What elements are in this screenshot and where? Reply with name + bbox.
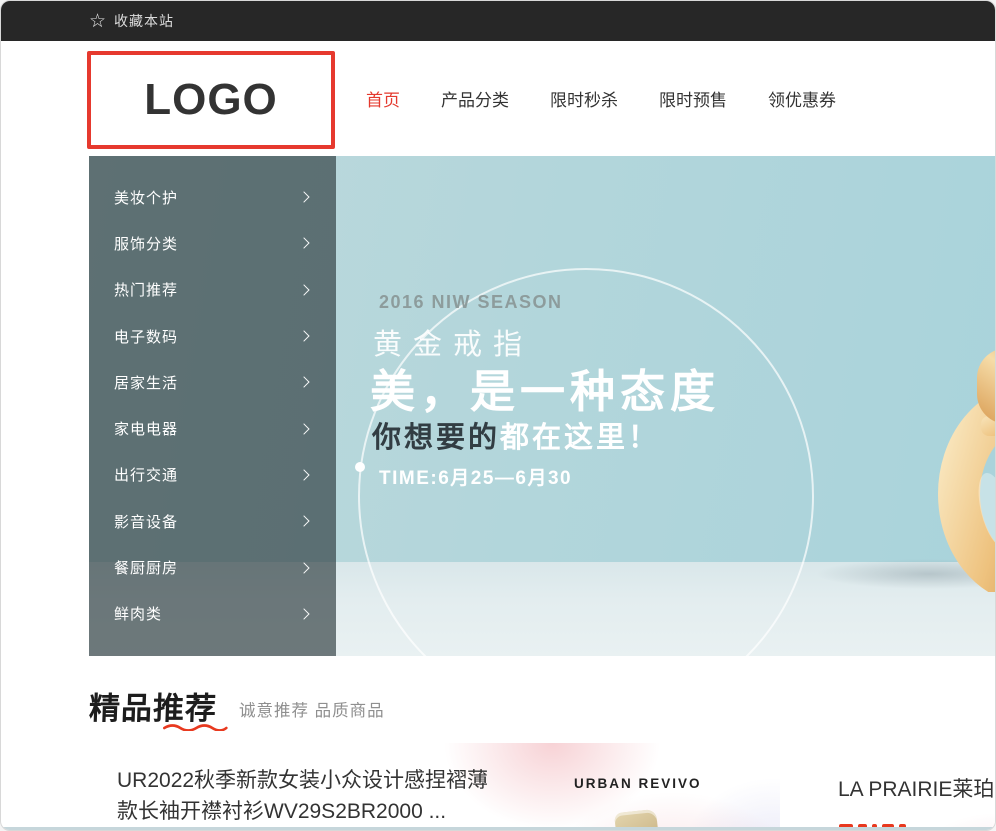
- sidebar-item-label: 美妆个护: [114, 187, 178, 208]
- section-title-text: 精品推荐: [88, 691, 217, 726]
- product-card[interactable]: UR2022秋季新款女装小众设计感捏褶薄款长袖开襟衬衫WV29S2BR2000 …: [89, 743, 780, 831]
- sidebar-item-label: 鲜肉类: [114, 603, 162, 624]
- product-title: UR2022秋季新款女装小众设计感捏褶薄款长袖开襟衬衫WV29S2BR2000 …: [117, 765, 489, 827]
- sidebar-item-label: 家电电器: [114, 418, 178, 439]
- chevron-right-icon: [298, 516, 309, 527]
- chevron-right-icon: [298, 330, 309, 341]
- sidebar-item-label: 服饰分类: [114, 233, 178, 254]
- banner-season-label: 2016 NIW SEASON: [379, 292, 563, 313]
- chevron-right-icon: [298, 423, 309, 434]
- chevron-right-icon: [298, 191, 309, 202]
- chevron-right-icon: [298, 562, 309, 573]
- sidebar-item-label: 影音设备: [114, 511, 178, 532]
- favorite-site-link[interactable]: 收藏本站: [114, 11, 174, 31]
- chevron-right-icon: [298, 377, 309, 388]
- chevron-right-icon: [298, 238, 309, 249]
- header: LOGO 首页 产品分类 限时秒杀 限时预售 领优惠券: [1, 41, 996, 156]
- banner-time-label: TIME:6月25—6月30: [379, 463, 572, 490]
- product-card[interactable]: LA PRAIRIE莱珀: [801, 743, 996, 831]
- product-title: LA PRAIRIE莱珀: [838, 773, 994, 803]
- banner-dot-decoration: [355, 462, 365, 472]
- sidebar-item-label: 电子数码: [114, 326, 178, 347]
- sidebar-item-hot[interactable]: 热门推荐: [89, 267, 336, 313]
- page: ☆ 收藏本站 LOGO 首页 产品分类 限时秒杀 限时预售 领优惠券 2016 …: [0, 0, 996, 831]
- nav-item-home[interactable]: 首页: [366, 86, 400, 111]
- nav-item-flash-sale[interactable]: 限时秒杀: [550, 86, 618, 111]
- sidebar-item-digital[interactable]: 电子数码: [89, 313, 336, 359]
- sidebar-item-label: 热门推荐: [114, 279, 178, 300]
- sidebar-item-audio-video[interactable]: 影音设备: [89, 498, 336, 544]
- recommend-section-header: 精品推荐 诚意推荐 品质商品: [89, 693, 385, 724]
- logo-text: LOGO: [144, 75, 278, 125]
- section-title: 精品推荐: [88, 693, 217, 724]
- sidebar-item-label: 居家生活: [114, 372, 178, 393]
- banner-slogan: 你想要的都在这里！: [372, 414, 660, 456]
- sidebar-item-label: 餐厨厨房: [114, 557, 178, 578]
- sidebar-item-transport[interactable]: 出行交通: [89, 452, 336, 498]
- nav-item-coupons[interactable]: 领优惠券: [768, 86, 836, 111]
- sidebar-item-kitchen[interactable]: 餐厨厨房: [89, 544, 336, 590]
- category-sidebar: 美妆个护 服饰分类 热门推荐 电子数码 居家生活 家电电器 出行交通 影音设备: [89, 156, 336, 656]
- sidebar-item-fresh-meat[interactable]: 鲜肉类: [89, 591, 336, 637]
- sidebar-item-label: 出行交通: [114, 464, 178, 485]
- nav-item-categories[interactable]: 产品分类: [441, 86, 509, 111]
- sidebar-item-home-life[interactable]: 居家生活: [89, 359, 336, 405]
- star-icon: ☆: [89, 12, 106, 31]
- viewport-bottom-edge: [1, 827, 995, 830]
- topbar: ☆ 收藏本站: [1, 1, 996, 41]
- banner-slogan-dark: 你想要的: [372, 422, 500, 454]
- banner-slogan-light: 都在这里！: [500, 422, 660, 454]
- chevron-right-icon: [298, 284, 309, 295]
- chevron-right-icon: [298, 469, 309, 480]
- sidebar-item-beauty[interactable]: 美妆个护: [89, 174, 336, 220]
- sidebar-item-apparel[interactable]: 服饰分类: [89, 220, 336, 266]
- gold-ring-image: [921, 342, 996, 592]
- section-subtitle: 诚意推荐 品质商品: [239, 697, 385, 724]
- logo[interactable]: LOGO: [87, 51, 335, 149]
- nav-item-presale[interactable]: 限时预售: [659, 86, 727, 111]
- main-nav: 首页 产品分类 限时秒杀 限时预售 领优惠券: [366, 41, 836, 156]
- red-wave-underline: [162, 722, 228, 731]
- chevron-right-icon: [298, 608, 309, 619]
- product-brand: URBAN REVIVO: [574, 776, 702, 791]
- banner-headline: 美，是一种态度: [370, 355, 720, 420]
- sidebar-item-appliances[interactable]: 家电电器: [89, 405, 336, 451]
